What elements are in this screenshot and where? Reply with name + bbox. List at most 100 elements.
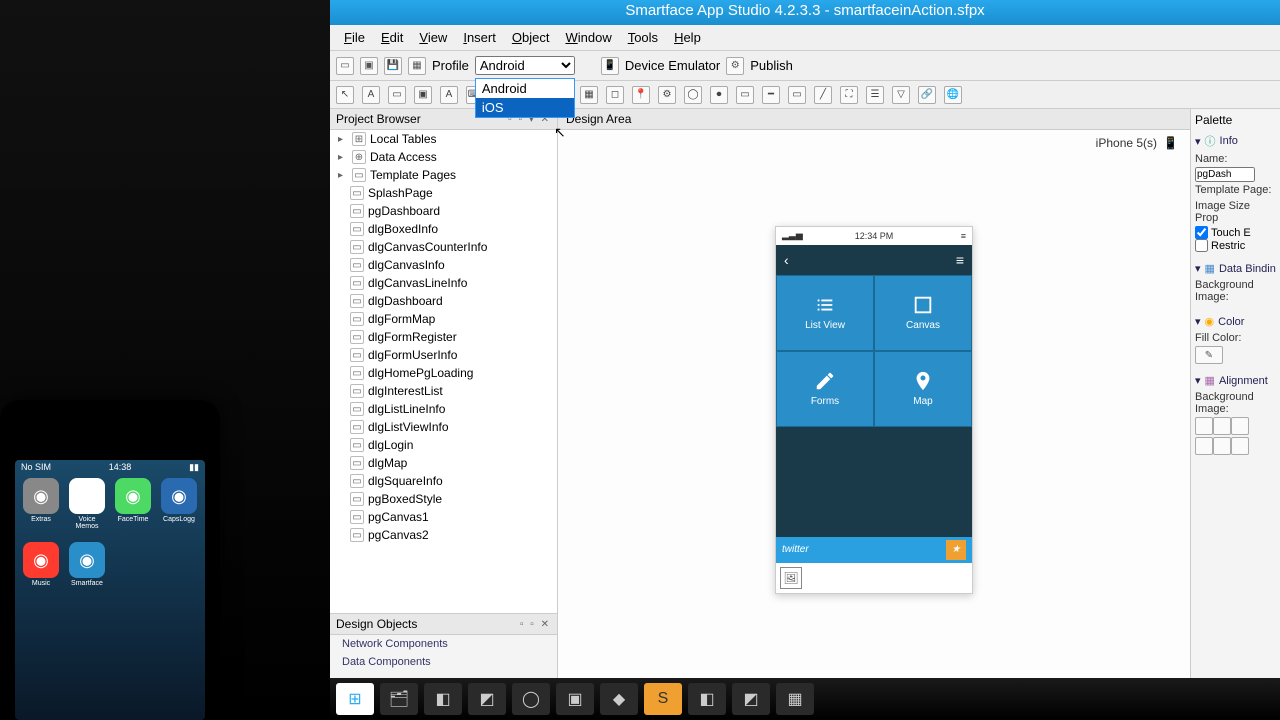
menu-icon[interactable]: ≡	[956, 252, 964, 268]
tool-text-icon[interactable]: A	[362, 86, 380, 104]
tree-item[interactable]: ▭pgCanvas1	[330, 508, 557, 526]
tool-crop-icon[interactable]: ⛶	[840, 86, 858, 104]
project-tree[interactable]: ▸⊞Local Tables▸⊕Data Access▸▭Template Pa…	[330, 130, 557, 613]
preview-bottom-bar: 🖼	[776, 563, 972, 593]
tree-item[interactable]: ▭pgBoxedStyle	[330, 490, 557, 508]
tool-circle-icon[interactable]: ◯	[684, 86, 702, 104]
tree-item[interactable]: ▭dlgListLineInfo	[330, 400, 557, 418]
touch-checkbox[interactable]	[1195, 226, 1208, 239]
app5-icon[interactable]: ◧	[688, 683, 726, 715]
tree-item[interactable]: ▭dlgSquareInfo	[330, 472, 557, 490]
tree-item[interactable]: ▭pgCanvas2	[330, 526, 557, 544]
menu-object[interactable]: Object	[506, 28, 556, 47]
tree-item[interactable]: ▸⊕Data Access	[330, 148, 557, 166]
app3-icon[interactable]: ▣	[556, 683, 594, 715]
tool-pin-icon[interactable]: 📍	[632, 86, 650, 104]
device-icon[interactable]: 📱	[601, 57, 619, 75]
star-icon[interactable]: ★	[946, 540, 966, 560]
design-canvas[interactable]: iPhone 5(s) 📱 ▂▃▅ 12:34 PM ≡ ‹ ≡	[558, 130, 1190, 689]
tree-item[interactable]: ▭dlgCanvasCounterInfo	[330, 238, 557, 256]
design-obj-network[interactable]: Network Components	[330, 635, 557, 653]
restrict-checkbox[interactable]	[1195, 239, 1208, 252]
tool-line-icon[interactable]: ━	[762, 86, 780, 104]
tile-canvas[interactable]: Canvas	[874, 275, 972, 351]
tree-item[interactable]: ▭dlgListViewInfo	[330, 418, 557, 436]
tree-item[interactable]: ▸⊞Local Tables	[330, 130, 557, 148]
tool-cursor-icon[interactable]: ↖	[336, 86, 354, 104]
menu-file[interactable]: File	[338, 28, 371, 47]
phone-time: 14:38	[109, 462, 132, 473]
color-section[interactable]: ▾ ◉ Color	[1195, 313, 1276, 330]
chrome-icon[interactable]: ◯	[512, 683, 550, 715]
tool-image-icon[interactable]: ▣	[414, 86, 432, 104]
open-icon[interactable]: ▣	[360, 57, 378, 75]
tree-item[interactable]: ▭dlgBoxedInfo	[330, 220, 557, 238]
tree-item[interactable]: ▭dlgMap	[330, 454, 557, 472]
fill-color-swatch[interactable]: ✎	[1195, 346, 1223, 364]
tool-map-icon[interactable]: ▦	[580, 86, 598, 104]
device-emulator-label[interactable]: Device Emulator	[625, 58, 720, 73]
windows-taskbar[interactable]: ⊞ 🗂 ◧ ◩ ◯ ▣ ◆ S ◧ ◩ ▦	[330, 678, 1280, 720]
save-icon[interactable]: 💾	[384, 57, 402, 75]
tree-item[interactable]: ▭dlgCanvasLineInfo	[330, 274, 557, 292]
alignment-section[interactable]: ▾ ▦ Alignment	[1195, 372, 1276, 389]
start-icon[interactable]: ⊞	[336, 683, 374, 715]
explorer-icon[interactable]: 🗂	[380, 683, 418, 715]
publish-label[interactable]: Publish	[750, 58, 793, 73]
device-preview[interactable]: ▂▃▅ 12:34 PM ≡ ‹ ≡ List ViewCanvasFormsM…	[775, 226, 973, 594]
profile-select[interactable]: Android	[475, 56, 575, 75]
menu-tools[interactable]: Tools	[622, 28, 664, 47]
tile-listview[interactable]: List View	[776, 275, 874, 351]
tree-item[interactable]: ▭dlgInterestList	[330, 382, 557, 400]
publish-icon[interactable]: ⚙	[726, 57, 744, 75]
tree-item[interactable]: ▭dlgFormUserInfo	[330, 346, 557, 364]
tool-square-icon[interactable]: ◻	[606, 86, 624, 104]
back-icon[interactable]: ‹	[784, 252, 789, 268]
design-obj-data[interactable]: Data Components	[330, 653, 557, 671]
tool-gear-icon[interactable]: ⚙	[658, 86, 676, 104]
databinding-section[interactable]: ▾ ▦ Data Bindin	[1195, 260, 1276, 277]
tool-rect-icon[interactable]: ▭	[388, 86, 406, 104]
tool-frame-icon[interactable]: ▭	[736, 86, 754, 104]
profile-option-android[interactable]: Android	[476, 79, 574, 98]
tile-map[interactable]: Map	[874, 351, 972, 427]
app4-icon[interactable]: ◆	[600, 683, 638, 715]
profile-option-ios[interactable]: iOS	[476, 98, 574, 117]
tool-label-icon[interactable]: A	[440, 86, 458, 104]
tool-globe-icon[interactable]: 🌐	[944, 86, 962, 104]
tool-record-icon[interactable]: ⏺	[710, 86, 728, 104]
prop-name-label: Name:	[1195, 151, 1276, 167]
alignment-grid[interactable]	[1195, 417, 1276, 455]
tree-item[interactable]: ▸▭Template Pages	[330, 166, 557, 184]
app1-icon[interactable]: ◧	[424, 683, 462, 715]
tool-panel-icon[interactable]: ▭	[788, 86, 806, 104]
menu-edit[interactable]: Edit	[375, 28, 409, 47]
menu-view[interactable]: View	[413, 28, 453, 47]
tool-slash-icon[interactable]: ╱	[814, 86, 832, 104]
tree-item[interactable]: ▭dlgDashboard	[330, 292, 557, 310]
tree-item[interactable]: ▭pgDashboard	[330, 202, 557, 220]
tree-item[interactable]: ▭dlgFormRegister	[330, 328, 557, 346]
tile-forms[interactable]: Forms	[776, 351, 874, 427]
info-section[interactable]: ▾ ⓘ Info	[1195, 131, 1276, 151]
tree-item[interactable]: ▭dlgFormMap	[330, 310, 557, 328]
tree-item[interactable]: ▭dlgHomePgLoading	[330, 364, 557, 382]
sublime-icon[interactable]: S	[644, 683, 682, 715]
profile-combo[interactable]: Android Android iOS	[475, 56, 575, 75]
app6-icon[interactable]: ◩	[732, 683, 770, 715]
menu-help[interactable]: Help	[668, 28, 707, 47]
tree-item[interactable]: ▭dlgCanvasInfo	[330, 256, 557, 274]
tool-list-icon[interactable]: ☰	[866, 86, 884, 104]
tool-link-icon[interactable]: 🔗	[918, 86, 936, 104]
tool-filter-icon[interactable]: ▽	[892, 86, 910, 104]
app7-icon[interactable]: ▦	[776, 683, 814, 715]
menu-window[interactable]: Window	[559, 28, 617, 47]
app2-icon[interactable]: ◩	[468, 683, 506, 715]
tree-item[interactable]: ▭dlgLogin	[330, 436, 557, 454]
new-icon[interactable]: ▭	[336, 57, 354, 75]
tree-item[interactable]: ▭SplashPage	[330, 184, 557, 202]
image-icon[interactable]: 🖼	[780, 567, 802, 589]
prop-name-input[interactable]	[1195, 167, 1255, 182]
saveall-icon[interactable]: ▦	[408, 57, 426, 75]
menu-insert[interactable]: Insert	[457, 28, 502, 47]
